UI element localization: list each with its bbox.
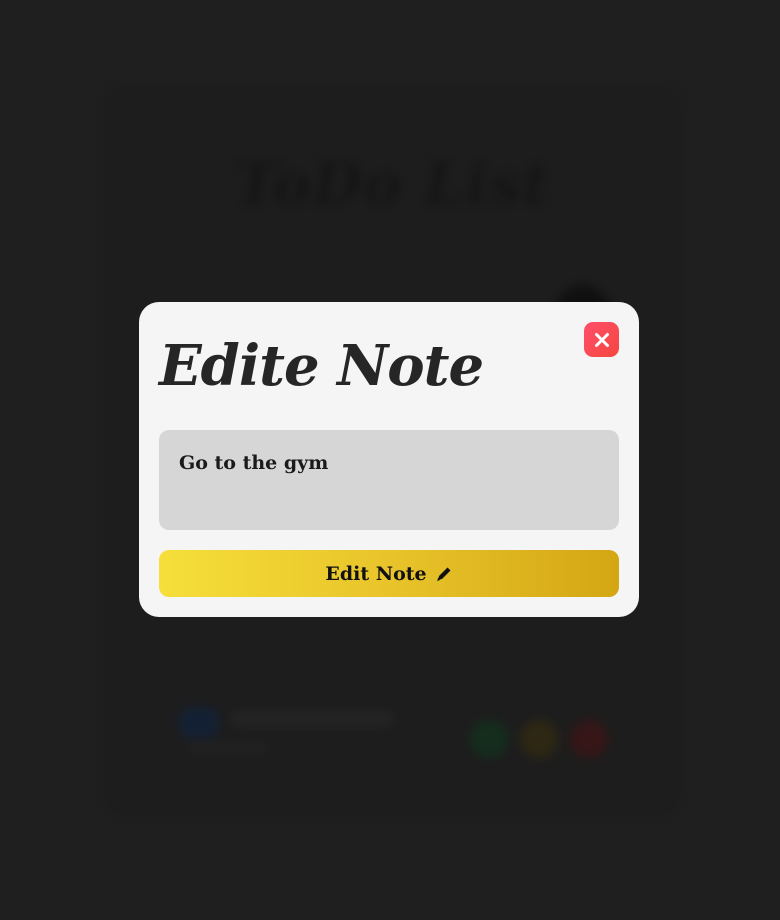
background-item-text [232, 712, 392, 726]
modal-title: Edite Note [159, 333, 484, 399]
background-app-title: ToDo List [234, 150, 551, 218]
background-yellow-dot [520, 720, 558, 758]
background-green-dot [470, 720, 508, 758]
background-item-subtext [188, 744, 268, 752]
edit-note-button[interactable]: Edit Note [159, 550, 619, 597]
close-icon [594, 332, 609, 347]
close-button[interactable] [584, 322, 619, 357]
background-red-dot [570, 720, 608, 758]
edit-note-modal: Edite Note Go to the gym Edit Note [139, 302, 639, 617]
background-checkbox [180, 708, 218, 738]
edit-note-button-label: Edit Note [325, 562, 427, 585]
pencil-icon [436, 567, 451, 581]
note-input[interactable]: Go to the gym [159, 430, 619, 530]
